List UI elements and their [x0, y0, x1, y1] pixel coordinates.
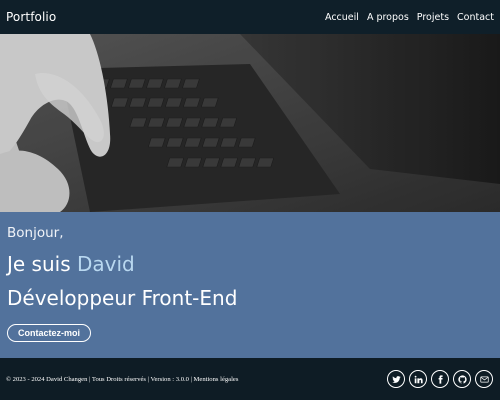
linkedin-icon[interactable]	[409, 370, 427, 388]
contact-button[interactable]: Contactez-moi	[7, 324, 92, 342]
intro-name-line: Je suis David	[7, 252, 493, 276]
intro-section: Bonjour, Je suis David Développeur Front…	[0, 212, 500, 358]
twitter-icon[interactable]	[387, 370, 405, 388]
hero-image	[0, 34, 500, 212]
social-links	[387, 370, 493, 388]
facebook-icon[interactable]	[431, 370, 449, 388]
mail-icon[interactable]	[475, 370, 493, 388]
intro-name: David	[77, 252, 135, 276]
intro-prefix: Je suis	[7, 252, 77, 276]
intro-role: Développeur Front-End	[7, 286, 238, 310]
nav-link-accueil[interactable]: Accueil	[325, 12, 359, 23]
greeting-text: Bonjour,	[7, 225, 64, 241]
brand-logo[interactable]: Portfolio	[6, 10, 56, 24]
footer-copyright: © 2023 - 2024 David Changen | Tous Droit…	[6, 375, 239, 383]
footer: © 2023 - 2024 David Changen | Tous Droit…	[0, 358, 500, 400]
main-nav: Accueil A propos Projets Contact	[325, 12, 494, 23]
github-icon[interactable]	[453, 370, 471, 388]
navbar: Portfolio Accueil A propos Projets Conta…	[0, 0, 500, 34]
nav-link-contact[interactable]: Contact	[457, 12, 494, 23]
nav-link-projets[interactable]: Projets	[417, 12, 449, 23]
nav-link-a-propos[interactable]: A propos	[367, 12, 409, 23]
laptop-keyboard-photo	[0, 34, 500, 212]
